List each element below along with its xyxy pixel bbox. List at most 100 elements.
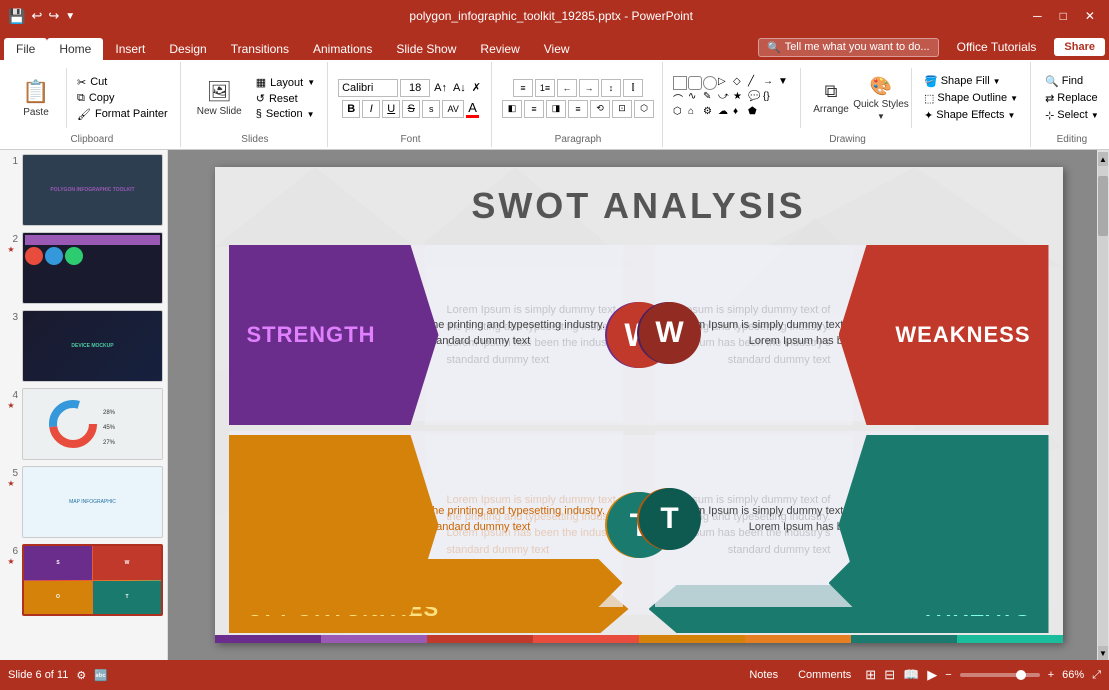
line-tool[interactable]: ╱ [748, 76, 762, 90]
smartart-button[interactable]: ⬡ [634, 100, 654, 118]
customize-icon[interactable]: ▼ [65, 11, 75, 22]
slide-img-2[interactable] [22, 232, 163, 304]
shape-extra3[interactable]: ⚙ [703, 106, 717, 120]
slide-thumb-6[interactable]: 6 ★ S W O T [4, 544, 163, 616]
italic-button[interactable]: I [362, 100, 380, 118]
scroll-thumb[interactable] [1098, 176, 1108, 236]
paste-button[interactable]: 📋 Paste [12, 77, 60, 120]
maximize-button[interactable]: □ [1054, 7, 1073, 25]
slideshow-icon[interactable]: ▶ [927, 667, 937, 683]
reset-button[interactable]: ↺ Reset [252, 91, 319, 106]
minimize-button[interactable]: ─ [1027, 7, 1048, 25]
shape-fill-button[interactable]: 🪣 Shape Fill ▼ [920, 74, 1022, 89]
tab-home[interactable]: Home [47, 38, 103, 60]
freeform-tool[interactable]: ✎ [703, 91, 717, 105]
zoom-in-icon[interactable]: + [1048, 669, 1054, 681]
vertical-scrollbar[interactable]: ▲ ▼ [1097, 150, 1109, 660]
zoom-out-icon[interactable]: − [945, 669, 951, 681]
columns-button[interactable]: ⫿ [623, 79, 643, 97]
cut-button[interactable]: ✂ Cut [73, 75, 172, 90]
slide-thumb-5[interactable]: 5 ★ MAP INFOGRAPHIC [4, 466, 163, 538]
find-button[interactable]: 🔍 Find [1041, 74, 1103, 89]
oval-tool[interactable] [703, 76, 717, 90]
comments-button[interactable]: Comments [792, 667, 857, 683]
slide-img-5[interactable]: MAP INFOGRAPHIC [22, 466, 163, 538]
zoom-slider[interactable] [960, 673, 1040, 677]
slide-sorter-icon[interactable]: ⊟ [884, 667, 895, 683]
scroll-up-btn[interactable]: ▲ [1098, 152, 1108, 166]
replace-button[interactable]: ⇄ Replace [1041, 91, 1103, 106]
rounded-rect-tool[interactable] [688, 76, 702, 90]
brace-tool[interactable]: {} [763, 91, 777, 105]
increase-indent-button[interactable]: → [579, 79, 599, 97]
quick-styles-button[interactable]: 🎨 Quick Styles ▼ [859, 74, 903, 123]
line-spacing-button[interactable]: ↕ [601, 79, 621, 97]
shape-extra1[interactable]: ⬡ [673, 106, 687, 120]
copy-button[interactable]: ⧉ Copy [73, 91, 172, 106]
decrease-font-btn[interactable]: A↓ [451, 82, 468, 94]
arrow-tool[interactable]: → [763, 76, 777, 90]
tab-transitions[interactable]: Transitions [219, 38, 301, 60]
tab-design[interactable]: Design [157, 38, 218, 60]
numbering-button[interactable]: 1≡ [535, 79, 555, 97]
tab-view[interactable]: View [532, 38, 582, 60]
triangle-tool[interactable]: ▷ [718, 76, 732, 90]
font-color-button[interactable]: A [466, 100, 479, 118]
normal-view-icon[interactable]: ⊞ [865, 667, 876, 683]
shadow-button[interactable]: s [422, 100, 440, 118]
shape-effects-button[interactable]: ✦ Shape Effects ▼ [920, 108, 1022, 123]
curve-tool[interactable]: ∿ [688, 91, 702, 105]
char-spacing-button[interactable]: AV [442, 100, 464, 118]
callout-tool[interactable]: 💬 [748, 91, 762, 105]
rect-tool[interactable] [673, 76, 687, 90]
increase-font-btn[interactable]: A↑ [432, 82, 449, 94]
align-text-button[interactable]: ⊡ [612, 100, 632, 118]
select-button[interactable]: ⊹ Select ▼ [1041, 108, 1103, 123]
search-box[interactable]: 🔍 Tell me what you want to do... [758, 38, 939, 57]
arrange-button[interactable]: ⧉ Arrange [809, 79, 853, 117]
diamond-tool[interactable]: ◇ [733, 76, 747, 90]
tab-review[interactable]: Review [468, 38, 531, 60]
bullets-button[interactable]: ≡ [513, 79, 533, 97]
tab-animations[interactable]: Animations [301, 38, 384, 60]
close-button[interactable]: ✕ [1079, 7, 1101, 25]
shape-extra4[interactable]: ☁ [718, 106, 732, 120]
justify-button[interactable]: ≡ [568, 100, 588, 118]
slide-img-4[interactable]: 28% 45% 27% [22, 388, 163, 460]
arc-tool[interactable]: ⌒ [673, 91, 687, 105]
slide-img-1[interactable]: POLYGON INFOGRAPHIC TOOLKIT [22, 154, 163, 226]
accessibility-icon[interactable]: ⚙ [76, 669, 86, 682]
decrease-indent-button[interactable]: ← [557, 79, 577, 97]
new-slide-button[interactable]: 🖼 New Slide [191, 77, 248, 119]
text-direction-button[interactable]: ⟲ [590, 100, 610, 118]
connector-tool[interactable]: ⤻ [718, 91, 732, 105]
slide-thumb-3[interactable]: 3 DEVICE MOCKUP [4, 310, 163, 382]
format-painter-button[interactable]: 🖌 Format Painter [73, 107, 172, 122]
shape-outline-button[interactable]: ⬚ Shape Outline ▼ [920, 91, 1022, 106]
undo-icon[interactable]: ↩ [31, 8, 42, 24]
slide-img-3[interactable]: DEVICE MOCKUP [22, 310, 163, 382]
section-button[interactable]: § Section ▼ [252, 107, 319, 121]
tab-insert[interactable]: Insert [103, 38, 157, 60]
font-name-input[interactable] [338, 79, 398, 97]
lang-icon[interactable]: 🔤 [94, 669, 108, 682]
shape-extra5[interactable]: ♦ [733, 106, 747, 120]
save-icon[interactable]: 💾 [8, 8, 25, 25]
reading-view-icon[interactable]: 📖 [903, 667, 919, 683]
notes-button[interactable]: Notes [743, 667, 784, 683]
slide-img-6[interactable]: S W O T [22, 544, 163, 616]
redo-icon[interactable]: ↪ [48, 8, 59, 24]
slide-thumb-4[interactable]: 4 ★ 28% 45% 27% [4, 388, 163, 460]
more-shapes[interactable]: ▼ [778, 76, 792, 90]
scroll-down-btn[interactable]: ▼ [1098, 646, 1108, 660]
shape-extra2[interactable]: ⌂ [688, 106, 702, 120]
slide-thumb-2[interactable]: 2 ★ [4, 232, 163, 304]
align-left-button[interactable]: ◧ [502, 100, 522, 118]
fit-slide-icon[interactable]: ⤢ [1092, 669, 1101, 682]
tab-file[interactable]: File [4, 38, 47, 60]
bold-button[interactable]: B [342, 100, 360, 118]
star-tool[interactable]: ★ [733, 91, 747, 105]
font-size-input[interactable] [400, 79, 430, 97]
zoom-level[interactable]: 66% [1062, 669, 1084, 681]
slide-thumb-1[interactable]: 1 POLYGON INFOGRAPHIC TOOLKIT [4, 154, 163, 226]
